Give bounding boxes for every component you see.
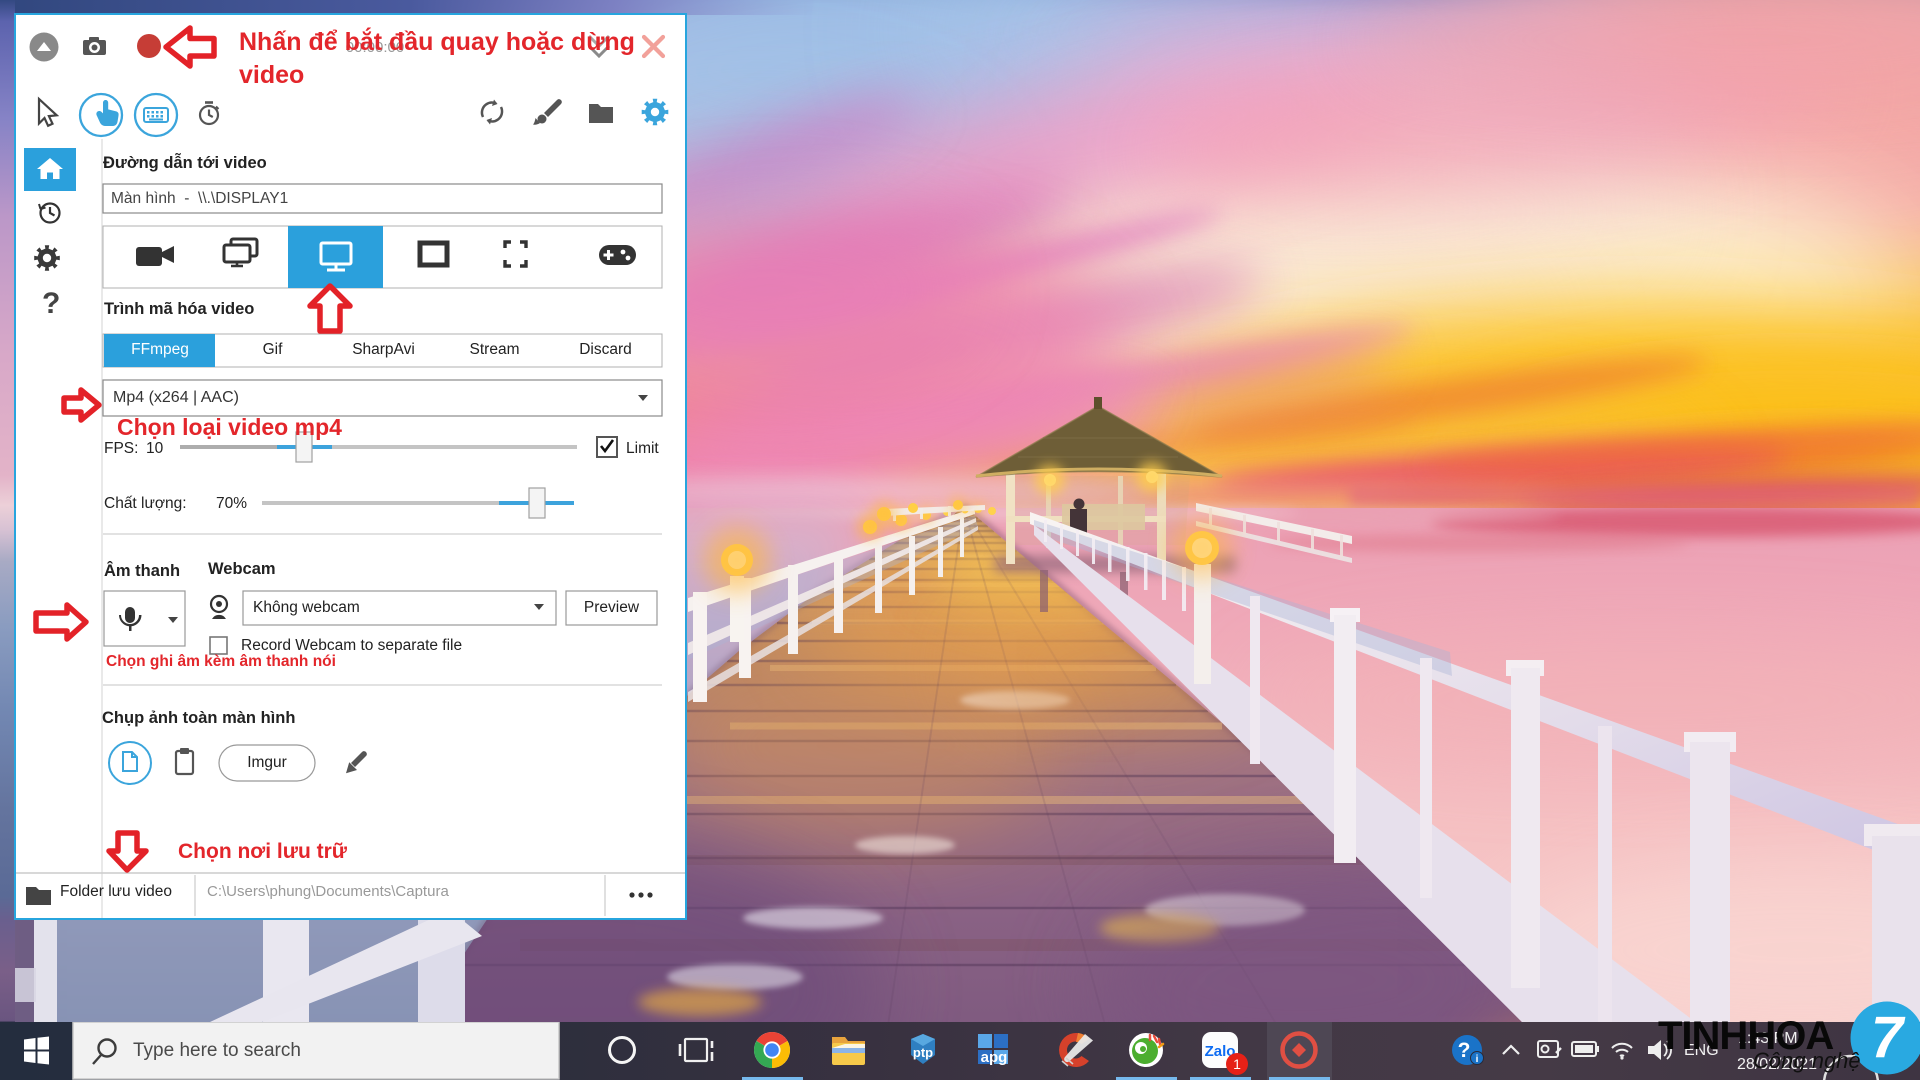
svg-text:apg: apg xyxy=(981,1049,1008,1066)
svg-text:1: 1 xyxy=(1233,1056,1241,1072)
svg-text:?: ? xyxy=(1458,1039,1471,1062)
svg-text:?: ? xyxy=(42,287,60,320)
svg-text:ptp: ptp xyxy=(913,1045,933,1060)
svg-text:i: i xyxy=(1476,1054,1479,1065)
